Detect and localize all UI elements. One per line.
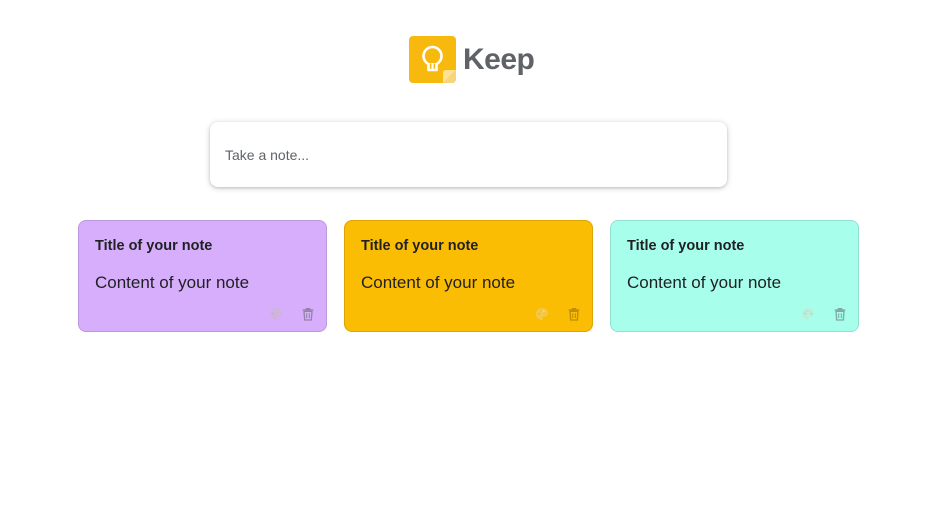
app-logo: Keep <box>409 36 535 83</box>
palette-icon[interactable] <box>796 302 820 326</box>
trash-icon[interactable] <box>296 302 320 326</box>
note-card[interactable]: Title of your note Content of your note <box>610 220 859 332</box>
app-title: Keep <box>463 43 535 76</box>
trash-icon[interactable] <box>828 302 852 326</box>
note-title: Title of your note <box>361 238 479 254</box>
take-note-input[interactable] <box>223 142 707 168</box>
note-content: Content of your note <box>95 273 250 292</box>
note-content: Content of your note <box>627 273 782 292</box>
take-note-composer[interactable] <box>210 122 727 187</box>
note-actions <box>522 302 586 326</box>
keep-logo-icon <box>409 36 456 83</box>
note-title: Title of your note <box>627 238 745 254</box>
palette-icon[interactable] <box>530 302 554 326</box>
note-actions <box>256 302 320 326</box>
note-card[interactable]: Title of your note Content of your note <box>344 220 593 332</box>
note-content: Content of your note <box>361 273 516 292</box>
palette-icon[interactable] <box>264 302 288 326</box>
keep-app: Keep Title of your note Content of your … <box>0 0 937 523</box>
note-card[interactable]: Title of your note Content of your note <box>78 220 327 332</box>
note-actions <box>788 302 852 326</box>
note-title: Title of your note <box>95 238 213 254</box>
trash-icon[interactable] <box>562 302 586 326</box>
